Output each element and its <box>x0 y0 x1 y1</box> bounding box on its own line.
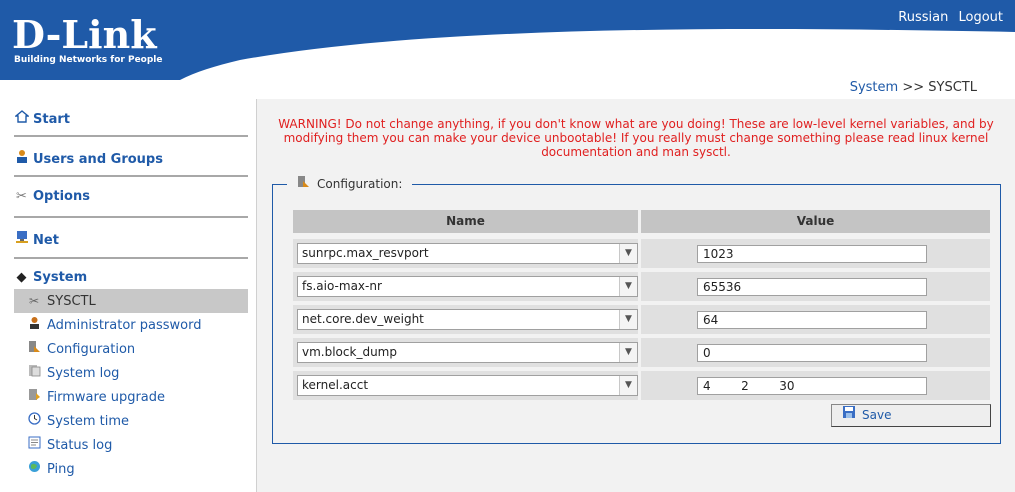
sidebar-item-label: Administrator password <box>47 318 202 333</box>
select-value: kernel.acct <box>302 378 369 392</box>
sidebar-section-users[interactable]: Users and Groups <box>14 149 163 167</box>
top-links: Russian Logout <box>892 10 1003 25</box>
sidebar-item-label: Configuration <box>47 342 136 357</box>
sidebar-item-label: SYSCTL <box>47 294 96 309</box>
home-icon <box>13 110 30 127</box>
sidebar-item-label: System log <box>47 366 120 381</box>
table-row-name: net.core.dev_weight ▼ <box>293 305 638 334</box>
admin-icon <box>26 313 42 337</box>
chevron-down-icon: ▼ <box>619 244 637 263</box>
sidebar-item-label: Status log <box>47 438 113 453</box>
status-log-icon <box>26 433 42 457</box>
log-icon <box>26 361 42 385</box>
warning-message: WARNING! Do not change anything, if you … <box>278 117 994 159</box>
configuration-legend: Configuration: <box>287 175 413 193</box>
sidebar-item-status-log[interactable]: Status log <box>14 433 248 457</box>
sysctl-value-input[interactable]: 65536 <box>697 278 927 296</box>
network-icon <box>14 230 29 248</box>
sidebar-item-label: Firmware upgrade <box>47 390 166 405</box>
firmware-icon <box>26 385 42 409</box>
breadcrumb-section[interactable]: System <box>850 80 898 95</box>
sidebar-separator <box>14 135 248 137</box>
sysctl-name-select[interactable]: fs.aio-max-nr ▼ <box>297 276 638 297</box>
sysctl-name-select[interactable]: sunrpc.max_resvport ▼ <box>297 243 638 264</box>
sidebar-section-start[interactable]: Start <box>13 110 70 127</box>
sidebar-item-firmware-upgrade[interactable]: Firmware upgrade <box>14 385 248 409</box>
logo-tagline: Building Networks for People <box>14 55 163 65</box>
table-row-value: 4 2 30 <box>641 371 990 400</box>
sidebar-separator <box>14 257 248 259</box>
sidebar-separator <box>14 175 248 177</box>
save-label: Save <box>862 408 892 422</box>
sidebar-section-label: Users and Groups <box>33 152 163 167</box>
sidebar-section-net[interactable]: Net <box>14 230 59 248</box>
select-value: sunrpc.max_resvport <box>302 246 429 260</box>
save-button[interactable]: Save <box>831 404 991 427</box>
configuration-fieldset: Configuration: Name Value sunrpc.max_res… <box>272 175 1001 444</box>
select-value: net.core.dev_weight <box>302 312 424 326</box>
table-row-name: kernel.acct ▼ <box>293 371 638 400</box>
sysctl-name-select[interactable]: net.core.dev_weight ▼ <box>297 309 638 330</box>
sidebar-section-label: System <box>33 270 88 285</box>
sidebar-item-system-time[interactable]: System time <box>14 409 248 433</box>
tools-icon: ✂ <box>28 294 40 308</box>
sysctl-value-input[interactable]: 64 <box>697 311 927 329</box>
chevron-down-icon: ▼ <box>619 310 637 329</box>
logout-link[interactable]: Logout <box>958 10 1003 25</box>
users-icon <box>14 149 29 167</box>
sysctl-name-select[interactable]: vm.block_dump ▼ <box>297 342 638 363</box>
breadcrumb-separator: >> <box>902 80 925 95</box>
table-row-value: 65536 <box>641 272 990 301</box>
table-row-name: vm.block_dump ▼ <box>293 338 638 367</box>
sidebar-section-label: Start <box>33 112 70 127</box>
dlink-logo: D-Link <box>12 12 157 57</box>
clock-icon <box>26 409 42 433</box>
chevron-down-icon: ▼ <box>619 376 637 395</box>
sysctl-value-input[interactable]: 4 2 30 <box>697 377 927 395</box>
sidebar-separator <box>14 216 248 218</box>
russian-link[interactable]: Russian <box>898 10 948 25</box>
sidebar-section-system[interactable]: ◆ System <box>14 270 88 285</box>
chevron-down-icon: ▼ <box>619 277 637 296</box>
sidebar-item-label: System time <box>47 414 129 429</box>
table-row-name: fs.aio-max-nr ▼ <box>293 272 638 301</box>
header: D-Link Building Networks for People Russ… <box>0 0 1015 80</box>
save-icon <box>842 405 858 426</box>
main-content: WARNING! Do not change anything, if you … <box>257 99 1015 492</box>
sidebar-item-sysctl[interactable]: ✂ SYSCTL <box>14 289 248 313</box>
diamond-icon: ◆ <box>16 270 27 285</box>
sidebar-item-label: Ping <box>47 462 75 477</box>
sysctl-name-select[interactable]: kernel.acct ▼ <box>297 375 638 396</box>
column-header-value: Value <box>641 210 990 233</box>
breadcrumb: System >> SYSCTL <box>850 80 977 95</box>
table-row-value: 0 <box>641 338 990 367</box>
sidebar-item-ping[interactable]: Ping <box>14 457 248 481</box>
ping-icon <box>26 457 42 481</box>
sidebar-item-system-log[interactable]: System log <box>14 361 248 385</box>
breadcrumb-page: SYSCTL <box>928 80 977 95</box>
select-value: vm.block_dump <box>302 345 397 359</box>
column-header-name: Name <box>293 210 638 233</box>
sidebar-section-options[interactable]: ✂ Options <box>14 189 90 204</box>
chevron-down-icon: ▼ <box>619 343 637 362</box>
sysctl-value-input[interactable]: 1023 <box>697 245 927 263</box>
sidebar-item-administrator-password[interactable]: Administrator password <box>14 313 248 337</box>
tools-icon: ✂ <box>16 189 27 204</box>
table-row-value: 64 <box>641 305 990 334</box>
config-icon <box>26 337 42 361</box>
sidebar-section-label: Net <box>33 233 59 248</box>
legend-label: Configuration: <box>317 177 403 191</box>
table-row-value: 1023 <box>641 239 990 268</box>
sidebar-section-label: Options <box>33 189 90 204</box>
sidebar-item-configuration[interactable]: Configuration <box>14 337 248 361</box>
config-icon <box>297 175 313 193</box>
sysctl-value-input[interactable]: 0 <box>697 344 927 362</box>
select-value: fs.aio-max-nr <box>302 279 382 293</box>
table-row-name: sunrpc.max_resvport ▼ <box>293 239 638 268</box>
